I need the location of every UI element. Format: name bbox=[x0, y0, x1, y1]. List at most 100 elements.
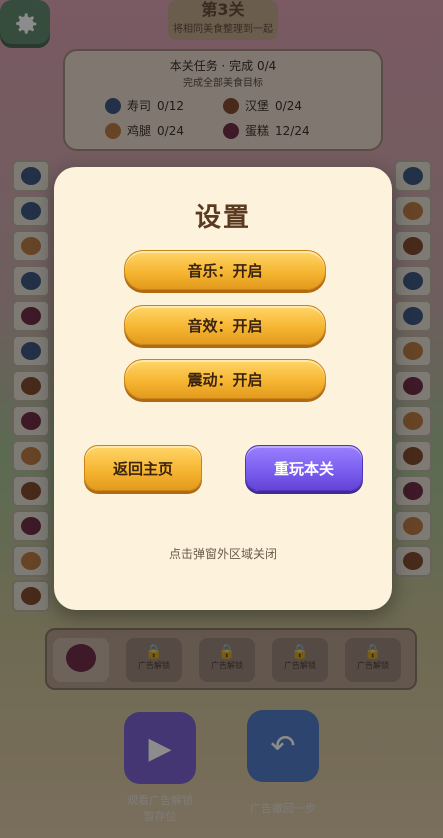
burger-icon bbox=[21, 587, 41, 605]
lock-icon: 🔒 bbox=[291, 644, 309, 660]
tile[interactable] bbox=[12, 545, 50, 577]
tile[interactable] bbox=[394, 195, 432, 227]
slot-label: 广告解锁 bbox=[138, 661, 170, 670]
settings-button[interactable] bbox=[0, 0, 50, 48]
unlock-slot-label: 观看广告解锁 暂存位 bbox=[127, 794, 193, 823]
slot-label: 广告解锁 bbox=[357, 661, 389, 670]
tile[interactable] bbox=[394, 510, 432, 542]
tile[interactable] bbox=[394, 265, 432, 297]
cake-icon bbox=[66, 644, 96, 672]
tile[interactable] bbox=[12, 440, 50, 472]
holding-tray: 🔒 广告解锁 🔒 广告解锁 🔒 广告解锁 🔒 广告解锁 bbox=[45, 628, 417, 690]
drumstick-icon bbox=[403, 517, 423, 535]
undo-label: 广告撤回一步 bbox=[250, 802, 316, 815]
tile[interactable] bbox=[12, 335, 50, 367]
tile[interactable] bbox=[394, 335, 432, 367]
burger-icon bbox=[403, 237, 423, 255]
sushi-icon bbox=[403, 167, 423, 185]
undo-icon: ↶ bbox=[270, 728, 296, 764]
tray-slot-locked[interactable]: 🔒 广告解锁 bbox=[199, 638, 255, 682]
replay-button[interactable]: 重玩本关 bbox=[245, 445, 363, 491]
burger-icon bbox=[223, 97, 239, 114]
burger-icon bbox=[403, 552, 423, 570]
tile[interactable] bbox=[394, 300, 432, 332]
drumstick-icon bbox=[403, 202, 423, 220]
task-progress: 0/12 bbox=[157, 98, 184, 113]
home-button[interactable]: 返回主页 bbox=[84, 445, 202, 491]
tile[interactable] bbox=[12, 300, 50, 332]
unlock-slot-powerup[interactable]: ▶ bbox=[124, 712, 196, 784]
tray-slot-locked[interactable]: 🔒 广告解锁 bbox=[272, 638, 328, 682]
tile[interactable] bbox=[394, 405, 432, 437]
cake-icon bbox=[21, 517, 41, 535]
undo-powerup[interactable]: ↶ bbox=[247, 710, 319, 782]
lock-icon: 🔒 bbox=[145, 644, 163, 660]
task-name: 汉堡 bbox=[245, 99, 270, 113]
task-panel: 本关任务 · 完成 0/4 完成全部美食目标 寿司 0/12 汉堡 0/24 鸡… bbox=[63, 49, 383, 151]
tile[interactable] bbox=[12, 230, 50, 262]
sushi-icon bbox=[403, 307, 423, 325]
drumstick-icon bbox=[21, 447, 41, 465]
tile[interactable] bbox=[12, 370, 50, 402]
sushi-icon bbox=[21, 167, 41, 185]
burger-icon bbox=[403, 447, 423, 465]
sound-toggle-button[interactable]: 音效：开启 bbox=[124, 305, 326, 345]
tile[interactable] bbox=[394, 230, 432, 262]
sushi-icon bbox=[21, 272, 41, 290]
vibration-toggle-button[interactable]: 震动：开启 bbox=[124, 359, 326, 399]
cake-icon bbox=[403, 377, 423, 395]
drumstick-icon bbox=[21, 552, 41, 570]
level-number: 第3关 bbox=[201, 0, 245, 19]
sushi-icon bbox=[403, 272, 423, 290]
cake-icon bbox=[223, 122, 239, 139]
settings-modal: 设置 音乐：开启 音效：开启 震动：开启 返回主页 重玩本关 点击弹窗外区域关闭 bbox=[54, 167, 392, 610]
task-item-burger: 汉堡 0/24 bbox=[223, 97, 341, 114]
lock-icon: 🔒 bbox=[364, 644, 382, 660]
task-item-sushi: 寿司 0/12 bbox=[105, 97, 223, 114]
tile-column-right bbox=[394, 160, 432, 580]
tile[interactable] bbox=[12, 160, 50, 192]
gear-icon bbox=[16, 13, 37, 34]
tile[interactable] bbox=[12, 475, 50, 507]
music-toggle-button[interactable]: 音乐：开启 bbox=[124, 250, 326, 290]
close-hint: 点击弹窗外区域关闭 bbox=[168, 547, 277, 561]
drumstick-icon bbox=[105, 122, 121, 139]
task-progress: 12/24 bbox=[275, 123, 310, 138]
burger-icon bbox=[21, 377, 41, 395]
tile[interactable] bbox=[394, 370, 432, 402]
cake-icon bbox=[403, 482, 423, 500]
task-name: 寿司 bbox=[127, 99, 152, 113]
task-title: 本关任务 · 完成 0/4 bbox=[169, 59, 277, 73]
cake-icon bbox=[21, 307, 41, 325]
tile[interactable] bbox=[394, 475, 432, 507]
task-subtitle: 完成全部美食目标 bbox=[183, 78, 263, 89]
tray-slot-locked[interactable]: 🔒 广告解锁 bbox=[345, 638, 401, 682]
tile[interactable] bbox=[12, 265, 50, 297]
tray-slot-locked[interactable]: 🔒 广告解锁 bbox=[126, 638, 182, 682]
level-badge: 第3关 将相同美食整理到一起 bbox=[168, 0, 278, 40]
drumstick-icon bbox=[403, 342, 423, 360]
level-subtitle: 将相同美食整理到一起 bbox=[173, 24, 273, 35]
tile[interactable] bbox=[12, 580, 50, 612]
task-name: 蛋糕 bbox=[245, 124, 270, 138]
tray-slot-filled[interactable] bbox=[53, 638, 109, 682]
modal-title: 设置 bbox=[194, 203, 251, 233]
slot-label: 广告解锁 bbox=[211, 661, 243, 670]
tile[interactable] bbox=[12, 195, 50, 227]
tile[interactable] bbox=[394, 160, 432, 192]
task-progress: 0/24 bbox=[275, 98, 302, 113]
tile[interactable] bbox=[394, 440, 432, 472]
burger-icon bbox=[21, 482, 41, 500]
task-name: 鸡腿 bbox=[127, 124, 152, 138]
drumstick-icon bbox=[21, 237, 41, 255]
tile[interactable] bbox=[12, 510, 50, 542]
lock-icon: 🔒 bbox=[218, 644, 236, 660]
sushi-icon bbox=[105, 97, 121, 114]
task-progress: 0/24 bbox=[157, 123, 184, 138]
tile-column-left bbox=[12, 160, 50, 615]
sushi-icon bbox=[21, 342, 41, 360]
video-icon: ▶ bbox=[148, 730, 172, 766]
tile[interactable] bbox=[12, 405, 50, 437]
tile[interactable] bbox=[394, 545, 432, 577]
cake-icon bbox=[21, 412, 41, 430]
